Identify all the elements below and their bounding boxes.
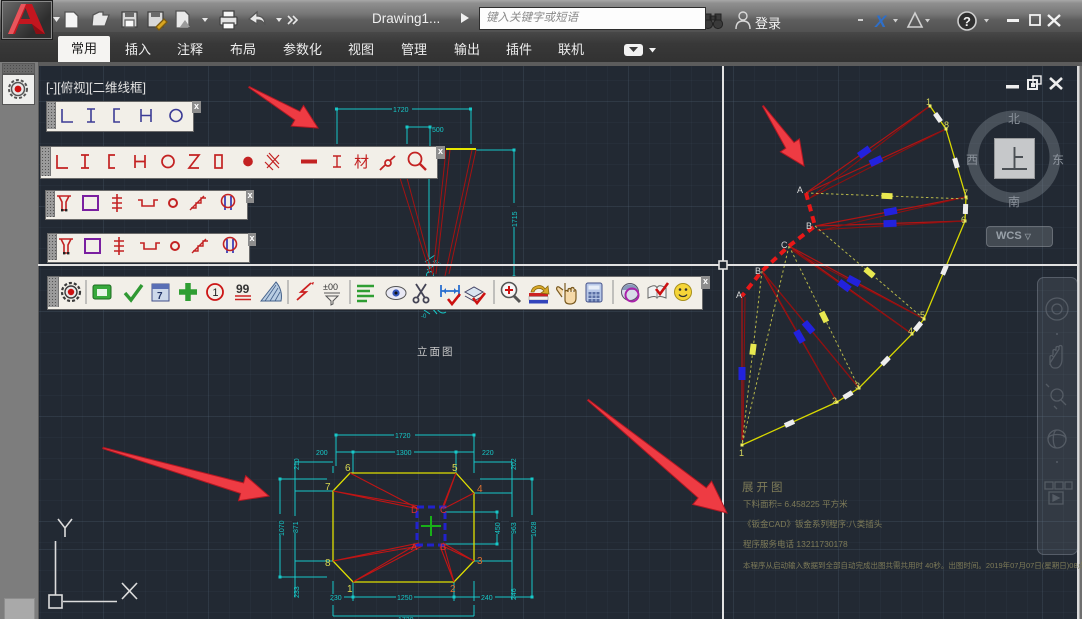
svg-text:A: A [797,185,803,195]
svg-text:230: 230 [330,595,342,602]
svg-text:B: B [806,221,812,231]
svg-text:3: 3 [477,556,483,567]
svg-text:1300: 1300 [396,450,412,457]
svg-text:1715: 1715 [512,211,519,227]
svg-text:1028: 1028 [531,521,538,537]
svg-text:233: 233 [294,586,301,598]
svg-text:871: 871 [293,521,300,533]
svg-text:±00: ±00 [323,282,338,292]
svg-text:C: C [440,505,447,516]
svg-text:1: 1 [347,584,353,595]
svg-text:202: 202 [511,458,518,470]
svg-text:4: 4 [908,326,913,336]
svg-text:246: 246 [511,588,518,600]
svg-text:240: 240 [481,595,493,602]
svg-text:材: 材 [354,154,369,171]
svg-text:1250: 1250 [397,595,413,602]
svg-text:A: A [411,542,418,553]
svg-text:2: 2 [450,584,456,595]
svg-text:1: 1 [212,287,218,299]
svg-text:220: 220 [482,450,494,457]
svg-text:B: B [755,266,761,276]
svg-text:-0: -0 [421,314,427,320]
svg-text:2: 2 [832,396,837,406]
svg-text:5: 5 [452,463,458,474]
svg-text:7: 7 [157,291,163,302]
svg-text:1: 1 [739,448,744,458]
svg-text:A: A [736,290,742,300]
svg-text:1720: 1720 [393,107,409,114]
svg-text:200: 200 [316,450,328,457]
svg-text:1: 1 [926,97,931,107]
svg-text:1070: 1070 [279,520,286,536]
svg-text:7: 7 [325,482,331,493]
svg-text:99: 99 [236,282,250,296]
svg-text:450: 450 [495,522,502,534]
svg-text:210: 210 [294,458,301,470]
svg-text:1720: 1720 [395,433,411,440]
svg-text:C: C [781,240,788,250]
svg-text:500: 500 [432,127,444,134]
svg-text:8: 8 [325,558,331,569]
svg-text:D: D [411,505,418,516]
svg-text:4: 4 [477,484,483,495]
svg-text:3: 3 [855,381,860,391]
svg-text:6: 6 [345,463,351,474]
svg-text:5: 5 [920,310,925,320]
svg-text:963: 963 [511,522,518,534]
svg-text:B: B [440,542,446,553]
svg-text:8: 8 [944,120,949,130]
